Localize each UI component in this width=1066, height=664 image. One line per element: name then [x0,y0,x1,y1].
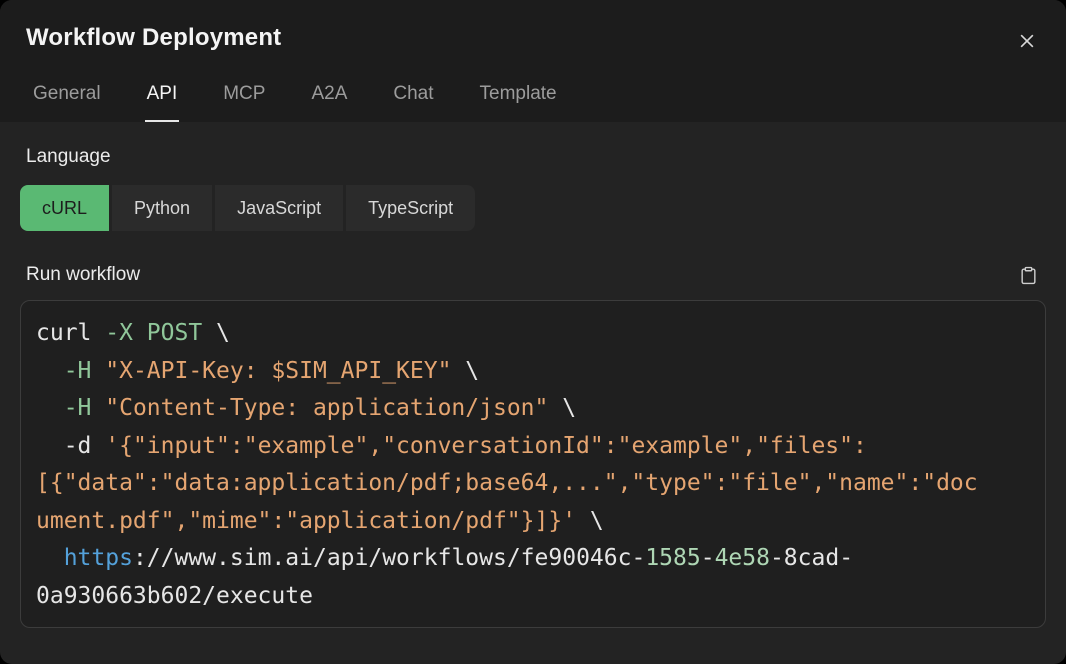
dialog-title: Workflow Deployment [26,24,1040,52]
code-line: -d '{"input":"example","conversationId":… [36,428,1030,466]
code-content: curl -X POST \ -H "X-API-Key: $SIM_API_K… [36,315,1030,615]
code-line: ument.pdf","mime":"application/pdf"}]}' … [36,503,1030,541]
tab-bar: General API MCP A2A Chat Template [26,83,1040,122]
tab-mcp[interactable]: MCP [221,83,267,122]
language-option-python[interactable]: Python [112,185,212,231]
run-workflow-row: Run workflow [20,263,1046,287]
code-line: [{"data":"data:application/pdf;base64,..… [36,465,1030,503]
dialog-body: Language cURL Python JavaScript TypeScri… [0,122,1066,664]
workflow-deployment-dialog: Workflow Deployment General API MCP A2A … [0,0,1066,664]
code-line: 0a930663b602/execute [36,578,1030,616]
code-line: -H "X-API-Key: $SIM_API_KEY" \ [36,353,1030,391]
dialog-header: Workflow Deployment General API MCP A2A … [0,0,1066,122]
code-line: -H "Content-Type: application/json" \ [36,390,1030,428]
language-option-javascript[interactable]: JavaScript [215,185,343,231]
clipboard-icon [1019,265,1038,286]
close-icon [1017,31,1037,51]
language-selector: cURL Python JavaScript TypeScript [20,185,475,231]
tab-a2a[interactable]: A2A [309,83,349,122]
close-button[interactable] [1014,28,1040,54]
tab-general[interactable]: General [31,83,103,122]
copy-button[interactable] [1016,263,1040,287]
code-line: https://www.sim.ai/api/workflows/fe90046… [36,540,1030,578]
language-option-curl[interactable]: cURL [20,185,109,231]
language-label: Language [26,146,1046,168]
code-block: curl -X POST \ -H "X-API-Key: $SIM_API_K… [20,300,1046,628]
tab-api[interactable]: API [145,83,180,122]
tab-template[interactable]: Template [478,83,559,122]
code-line: curl -X POST \ [36,315,1030,353]
language-option-typescript[interactable]: TypeScript [346,185,475,231]
tab-chat[interactable]: Chat [391,83,435,122]
run-workflow-label: Run workflow [26,264,140,286]
